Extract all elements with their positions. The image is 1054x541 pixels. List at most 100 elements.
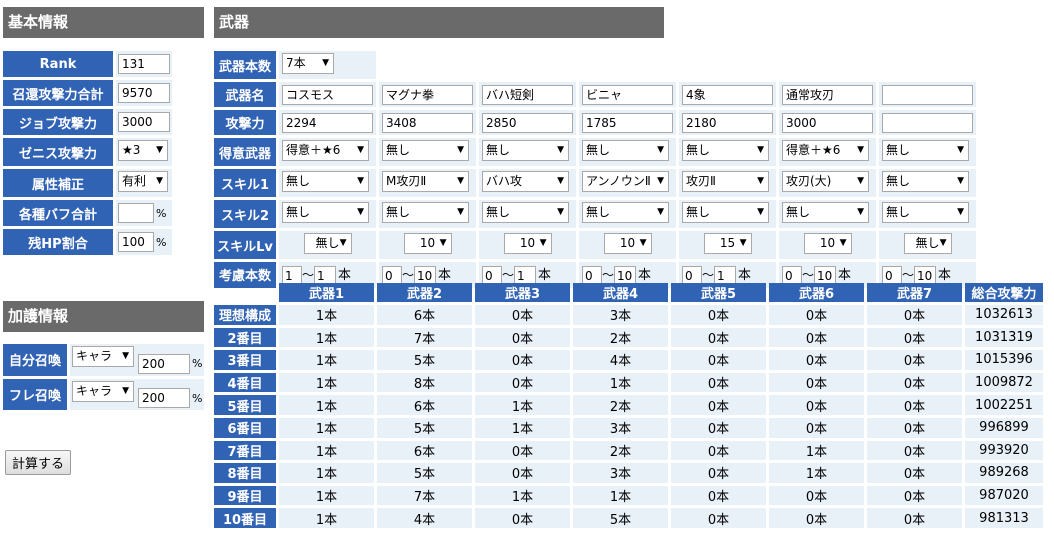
summon-type-select[interactable]: キャラ ▼	[72, 380, 134, 402]
favorite-weapon-select[interactable]: 無し ▼	[682, 140, 769, 161]
skill-level-select[interactable]: 10 ▼	[603, 233, 652, 254]
weapon-count-value: 1本	[573, 485, 668, 506]
skill-level-select[interactable]: 無し ▼	[303, 233, 352, 254]
skill1-select[interactable]: 攻刃(大) ▼	[782, 171, 869, 192]
weapon-name-input[interactable]: コスモス	[282, 84, 373, 105]
chevron-down-icon: ▼	[156, 176, 163, 186]
skill1-select[interactable]: 無し ▼	[282, 171, 369, 192]
weapon-attack-cell: 2294	[279, 110, 376, 135]
weapon-count-value: 1本	[279, 417, 374, 438]
field-input[interactable]: 3000	[118, 112, 170, 132]
skill2-select[interactable]: 無し ▼	[682, 202, 769, 223]
weapon-count-value: 0本	[671, 395, 766, 415]
field-input[interactable]	[118, 203, 154, 223]
protection-percent-input[interactable]: 200	[138, 353, 190, 374]
favorite-weapon-select[interactable]: 無し ▼	[582, 140, 669, 161]
skill2-select[interactable]: 無し ▼	[282, 202, 369, 223]
dropdown-value: 10	[819, 236, 836, 250]
field-label: 各種バフ合計	[3, 200, 113, 226]
chevron-down-icon: ▼	[757, 145, 764, 155]
skill1-select[interactable]: バハ攻 ▼	[482, 171, 569, 192]
favorite-weapon-row: 得意武器 得意＋★6 ▼ 無し ▼ 無し ▼ 無し ▼ 無し ▼ 得意＋★6 ▼ 無し ▼	[214, 138, 976, 166]
weapon-attack-input[interactable]: 2180	[682, 112, 773, 133]
weapon-name-input[interactable]: バハ短剣	[482, 84, 573, 105]
results-column-header: 武器4	[573, 283, 668, 302]
skill-level-select[interactable]: 10 ▼	[403, 233, 452, 254]
skill-level-select[interactable]: 15 ▼	[703, 233, 752, 254]
chevron-down-icon: ▼	[557, 145, 564, 155]
weapon-attack-input[interactable]: 1785	[582, 112, 673, 133]
weapon-count-value: 0本	[671, 440, 766, 461]
field-input[interactable]: 100	[118, 232, 154, 252]
weapon-attack-input[interactable]: 3000	[782, 112, 873, 133]
chevron-down-icon: ▼	[857, 145, 864, 155]
skill1-select[interactable]: 攻刃Ⅱ ▼	[682, 171, 769, 192]
skill2-select[interactable]: 無し ▼	[382, 202, 469, 223]
calculate-button[interactable]: 計算する	[5, 450, 72, 475]
weapon-count-row: 武器本数 7本 ▼	[214, 51, 976, 79]
results-row: 5番目 1本 6本 1本 2本 0本 0本 0本 1002251	[214, 395, 1043, 415]
weapon-attack-input[interactable]: 3408	[382, 112, 473, 133]
total-attack-value: 1031319	[965, 327, 1043, 348]
field-label: 召還攻撃力合計	[3, 80, 113, 106]
dropdown-value: 無し	[586, 143, 611, 157]
dropdown-value: 無し	[686, 143, 711, 157]
skill-level-select[interactable]: 10 ▼	[503, 233, 552, 254]
field-input[interactable]: 9570	[118, 83, 170, 103]
weapon-attack-input[interactable]: 2850	[482, 112, 573, 133]
weapon-name-input[interactable]	[882, 84, 973, 105]
favorite-weapon-label: 得意武器	[214, 138, 276, 166]
weapon-attack-input[interactable]	[882, 112, 973, 133]
summon-type-select[interactable]: キャラ ▼	[72, 346, 134, 367]
weapon-name-input[interactable]: マグナ拳	[382, 84, 473, 105]
dropdown-value: 得意＋★6	[786, 143, 841, 157]
skill1-cell: M攻刃Ⅱ ▼	[379, 169, 476, 197]
protection-row: 自分召喚 キャラ ▼ 200%	[3, 344, 205, 376]
weapon-count-value: 0本	[769, 305, 864, 325]
favorite-weapon-select[interactable]: 得意＋★6 ▼	[782, 140, 869, 161]
weapon-attack-cell: 3408	[379, 110, 476, 135]
results-row: 10番目 1本 4本 0本 5本 0本 0本 0本 981313	[214, 508, 1043, 528]
results-rank-label: 2番目	[214, 327, 276, 348]
weapon-count-value: 0本	[671, 417, 766, 438]
skill-level-label: スキルLv	[214, 231, 276, 259]
weapon-name-input[interactable]: ビニャ	[582, 84, 673, 105]
chevron-down-icon: ▼	[657, 176, 664, 186]
total-attack-value: 987020	[965, 485, 1043, 506]
chevron-down-icon: ▼	[339, 238, 347, 248]
favorite-weapon-select[interactable]: 無し ▼	[882, 140, 969, 161]
weapon-attack-input[interactable]: 2294	[282, 112, 373, 133]
weapon-count-value: 2本	[573, 395, 668, 415]
skill-level-select[interactable]: 無し ▼	[903, 233, 952, 254]
skill-level-select[interactable]: 10 ▼	[803, 233, 852, 254]
skill2-select[interactable]: 無し ▼	[882, 202, 969, 223]
results-row: 理想構成 1本 6本 0本 3本 0本 0本 0本 1032613	[214, 305, 1043, 325]
field-input[interactable]: 131	[118, 54, 170, 74]
skill1-select[interactable]: M攻刃Ⅱ ▼	[382, 171, 469, 192]
skill1-select[interactable]: アンノウンⅡ ▼	[582, 171, 669, 192]
weapon-count-value: 6本	[377, 440, 472, 461]
total-attack-value: 981313	[965, 508, 1043, 528]
skill1-select[interactable]: 無し ▼	[882, 171, 969, 192]
weapon-count-value: 1本	[279, 350, 374, 370]
skill-level-cell: 10 ▼	[379, 231, 476, 259]
weapon-name-input[interactable]: 通常攻刃	[782, 84, 873, 105]
weapon-attack-row: 攻撃力 2294 3408 2850 1785 2180 3000	[214, 110, 976, 135]
skill2-select[interactable]: 無し ▼	[782, 202, 869, 223]
results-rank-label: 4番目	[214, 372, 276, 393]
favorite-weapon-select[interactable]: 得意＋★6 ▼	[282, 140, 369, 161]
protection-percent-input[interactable]: 200	[138, 388, 190, 408]
weapon-name-input[interactable]: 4象	[682, 84, 773, 105]
chevron-down-icon: ▼	[939, 238, 947, 248]
skill2-select[interactable]: 無し ▼	[482, 202, 569, 223]
favorite-weapon-select[interactable]: 無し ▼	[382, 140, 469, 161]
field-select[interactable]: ★3 ▼	[118, 140, 168, 161]
weapon-count-select[interactable]: 7本 ▼	[282, 53, 334, 74]
basic-row: 各種バフ合計%	[3, 200, 172, 226]
results-rank-label: 5番目	[214, 395, 276, 415]
skill2-select[interactable]: 無し ▼	[582, 202, 669, 223]
favorite-weapon-select[interactable]: 無し ▼	[482, 140, 569, 161]
field-select[interactable]: 有利 ▼	[118, 171, 168, 192]
unit-label: %	[192, 357, 203, 370]
field-cell: キャラ ▼ 200%	[70, 344, 205, 376]
